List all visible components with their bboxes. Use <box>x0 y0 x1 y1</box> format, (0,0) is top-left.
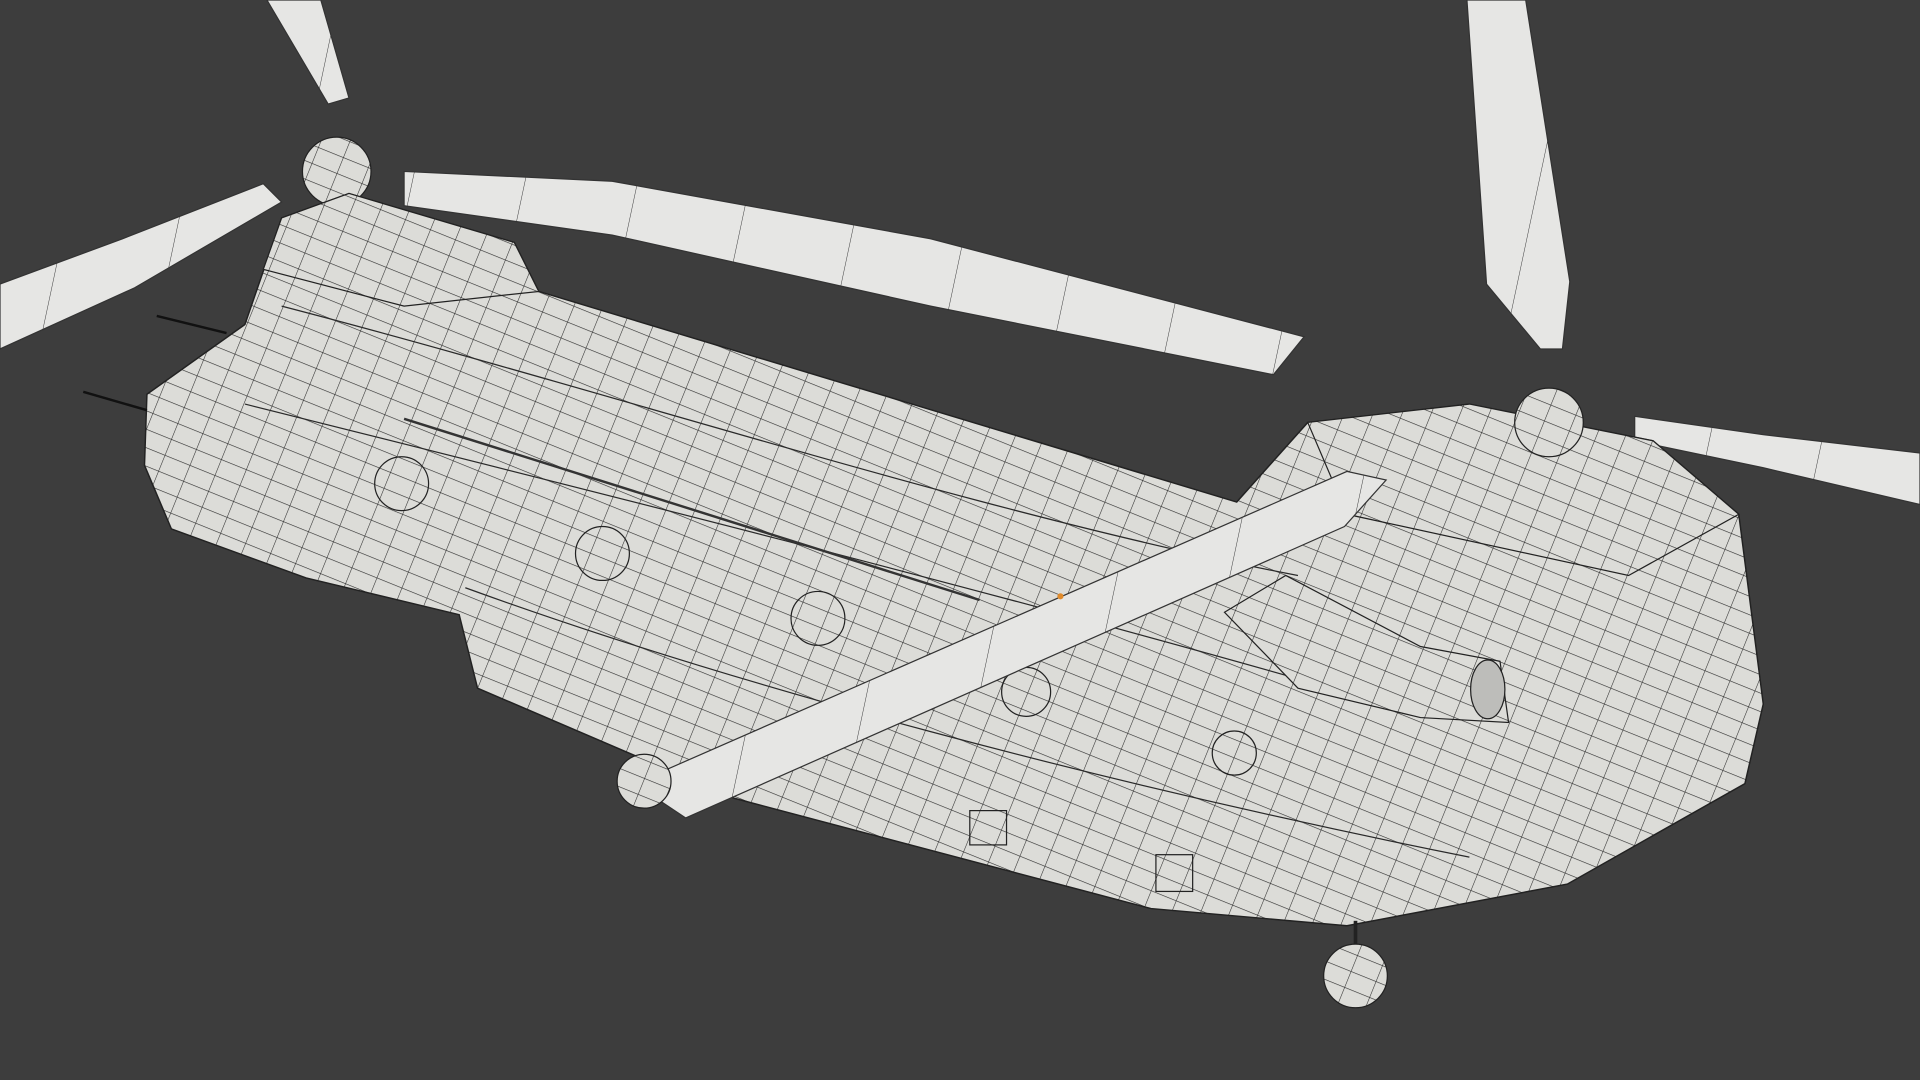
rotor-hub <box>301 136 372 207</box>
rear-rotor[interactable] <box>0 0 1306 376</box>
object-origin-icon <box>1057 593 1064 600</box>
scene-canvas[interactable] <box>0 0 1920 1080</box>
rear-rotor-hub <box>1514 387 1584 458</box>
wheel <box>616 753 672 809</box>
rotor-blade <box>266 0 350 105</box>
antenna <box>82 390 148 412</box>
wheel <box>1323 943 1388 1009</box>
rotor-blade <box>1466 0 1571 350</box>
rotor-blade <box>0 182 283 350</box>
3d-viewport[interactable] <box>0 0 1920 1080</box>
antenna <box>156 314 227 335</box>
